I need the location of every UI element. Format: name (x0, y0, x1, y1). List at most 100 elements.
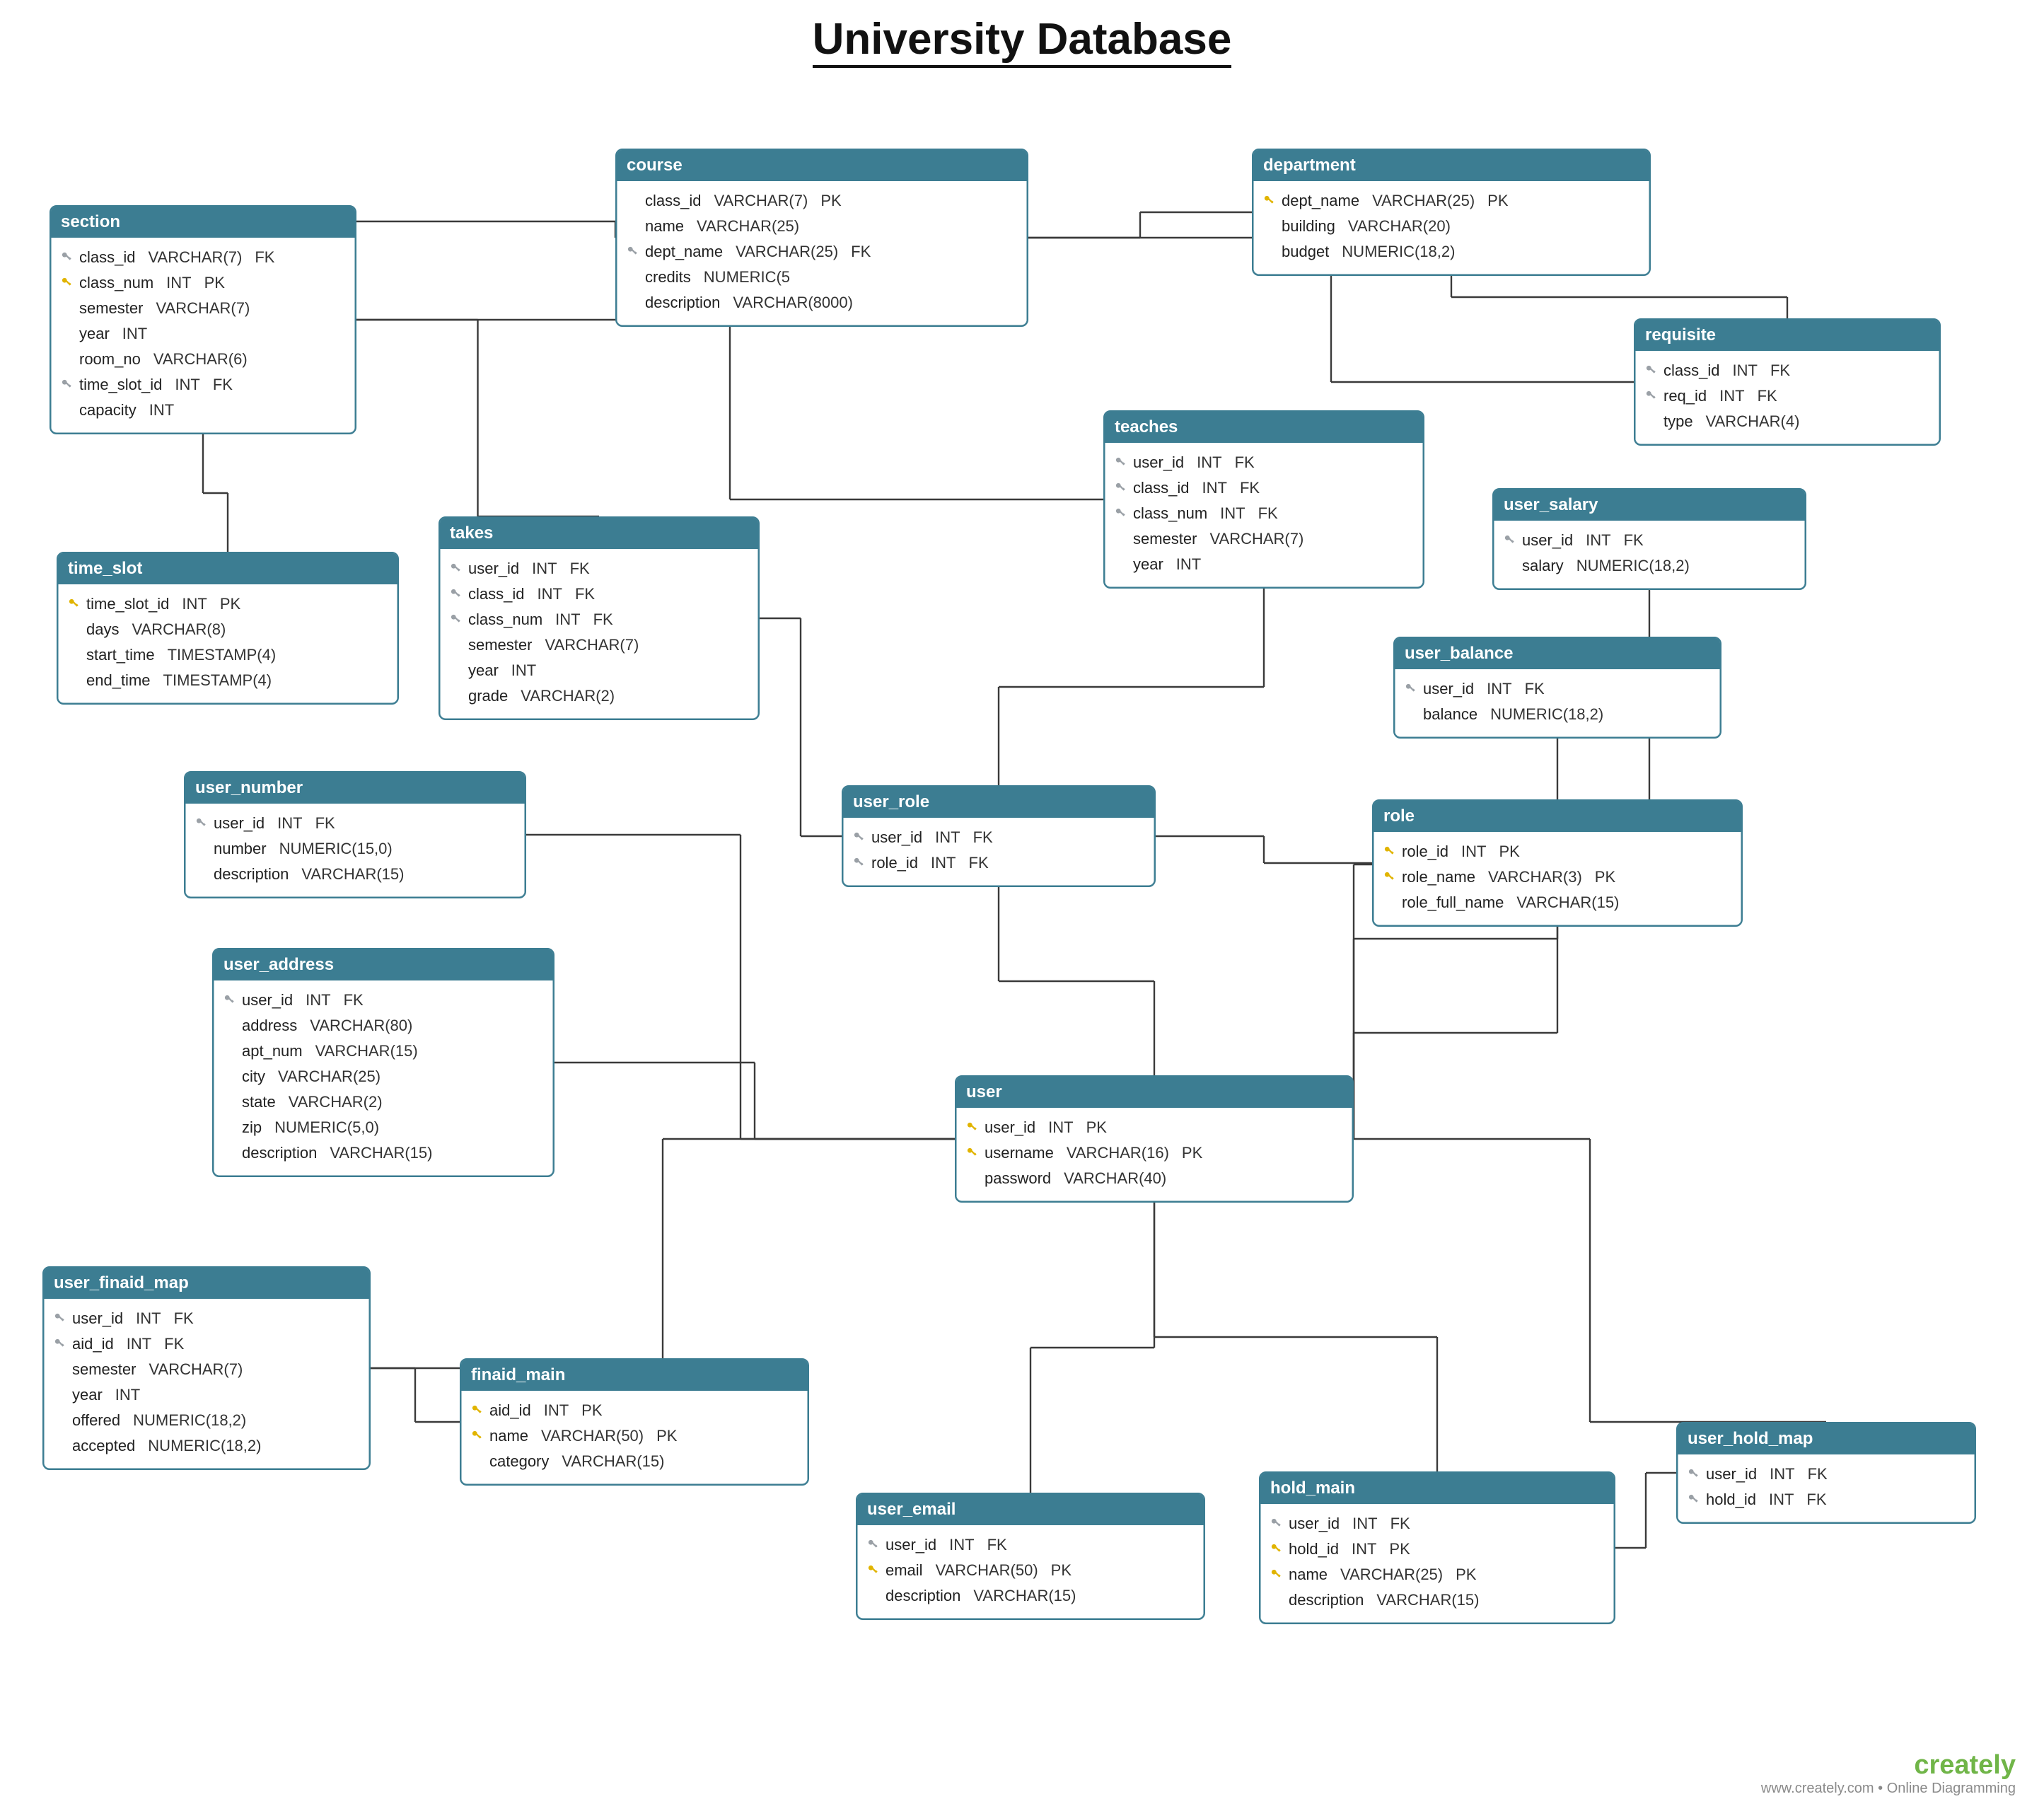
table-teaches[interactable]: teaches user_id INTFK class_id INTFK cla… (1103, 410, 1424, 589)
table-user_address[interactable]: user_address user_id INTFK address VARCH… (212, 948, 554, 1177)
col-name: name (1286, 1562, 1328, 1587)
key-icon (853, 857, 866, 869)
col-name: user_id (1519, 528, 1573, 553)
table-header[interactable]: teaches (1105, 412, 1423, 443)
key-icon (450, 613, 463, 626)
table-user_salary[interactable]: user_salary user_id INTFK salary NUMERIC… (1492, 488, 1806, 590)
key-cell (1112, 507, 1130, 520)
key-icon (61, 277, 74, 289)
col-constraint: FK (1378, 1511, 1410, 1537)
col-name: start_time (83, 642, 155, 668)
table-row: description VARCHAR(15) (1267, 1587, 1607, 1613)
table-header[interactable]: department (1253, 150, 1649, 181)
key-cell (963, 1147, 982, 1159)
col-name: year (76, 321, 110, 347)
key-cell (1685, 1468, 1703, 1481)
col-type: INT (1340, 1511, 1377, 1537)
col-type: VARCHAR(25) (723, 239, 838, 265)
col-name: user_id (1703, 1462, 1757, 1487)
col-type: VARCHAR(15) (960, 1583, 1076, 1609)
table-header[interactable]: course (617, 150, 1027, 181)
table-header[interactable]: takes (440, 518, 758, 549)
key-cell (963, 1121, 982, 1134)
table-role[interactable]: role role_id INTPK role_name VARCHAR(3)P… (1372, 799, 1743, 927)
key-icon (966, 1121, 979, 1134)
table-header[interactable]: role (1374, 801, 1741, 832)
table-row: apt_num VARCHAR(15) (221, 1038, 546, 1064)
key-cell (51, 1338, 69, 1350)
table-row: time_slot_id INTFK (58, 372, 348, 398)
col-name: dept_name (1279, 188, 1359, 214)
table-takes[interactable]: takes user_id INTFK class_id INTFK class… (439, 516, 760, 720)
col-name: credits (642, 265, 691, 290)
table-time_slot[interactable]: time_slot time_slot_id INTPK days VARCHA… (57, 552, 399, 705)
table-user[interactable]: user user_id INTPK username VARCHAR(16)P… (955, 1075, 1354, 1203)
table-user_email[interactable]: user_email user_id INTFK email VARCHAR(5… (856, 1493, 1205, 1620)
table-user_finaid_map[interactable]: user_finaid_map user_id INTFK aid_id INT… (42, 1266, 371, 1470)
table-header[interactable]: section (51, 207, 355, 238)
table-row: user_id INTFK (51, 1306, 362, 1331)
col-name: user_id (982, 1115, 1035, 1140)
key-icon (1263, 195, 1276, 207)
table-body: user_id INTFK aid_id INTFK semester VARC… (44, 1299, 369, 1469)
key-icon (1383, 871, 1396, 884)
table-row: role_id INTFK (850, 850, 1147, 876)
col-name: user_id (1130, 450, 1184, 475)
table-header[interactable]: user_hold_map (1678, 1423, 1975, 1454)
key-icon (1645, 364, 1658, 377)
col-name: class_id (76, 245, 135, 270)
table-header[interactable]: hold_main (1260, 1473, 1614, 1504)
table-row: capacity INT (58, 398, 348, 423)
table-header[interactable]: finaid_main (461, 1360, 808, 1391)
table-course[interactable]: course class_id VARCHAR(7)PK name VARCHA… (615, 149, 1028, 327)
er-diagram-stage: University Database creately www.createl… (0, 0, 2044, 1811)
table-body: user_id INTFK hold_id INTPK name VARCHAR… (1260, 1504, 1614, 1623)
key-cell (447, 562, 465, 575)
table-row: city VARCHAR(25) (221, 1064, 546, 1089)
col-name: class_num (1130, 501, 1207, 526)
table-header[interactable]: user (956, 1077, 1352, 1108)
key-cell (864, 1564, 883, 1577)
key-cell (468, 1430, 487, 1442)
table-finaid_main[interactable]: finaid_main aid_id INTPK name VARCHAR(50… (460, 1358, 809, 1486)
col-type: VARCHAR(7) (136, 1357, 243, 1382)
key-icon (1270, 1517, 1283, 1530)
table-header[interactable]: time_slot (58, 553, 397, 584)
table-user_number[interactable]: user_number user_id INTFK number NUMERIC… (184, 771, 526, 898)
table-hold_main[interactable]: hold_main user_id INTFK hold_id INTPK na… (1259, 1471, 1615, 1624)
table-header[interactable]: user_finaid_map (44, 1268, 369, 1299)
col-name: building (1279, 214, 1335, 239)
key-icon (1405, 683, 1417, 695)
table-user_role[interactable]: user_role user_id INTFK role_id INTFK (842, 785, 1156, 887)
table-header[interactable]: user_number (185, 773, 525, 804)
table-requisite[interactable]: requisite class_id INTFK req_id INTFK ty… (1634, 318, 1941, 446)
table-body: time_slot_id INTPK days VARCHAR(8) start… (58, 584, 397, 703)
table-header[interactable]: user_role (843, 787, 1154, 818)
table-section[interactable]: section class_id VARCHAR(7)FK class_num … (50, 205, 356, 434)
table-header[interactable]: user_salary (1494, 490, 1805, 521)
table-header[interactable]: requisite (1635, 320, 1939, 351)
table-header[interactable]: user_email (857, 1494, 1204, 1525)
table-row: semester VARCHAR(7) (447, 632, 751, 658)
table-header[interactable]: user_address (214, 949, 553, 980)
col-type: INT (1707, 383, 1744, 409)
key-icon (1504, 534, 1516, 547)
table-user_hold_map[interactable]: user_hold_map user_id INTFK hold_id INTF… (1676, 1422, 1976, 1524)
col-constraint: FK (1758, 358, 1790, 383)
col-name: semester (69, 1357, 136, 1382)
col-name: description (1286, 1587, 1364, 1613)
col-name: days (83, 617, 119, 642)
key-icon (1115, 482, 1127, 494)
col-name: role_id (1399, 839, 1448, 864)
key-cell (1381, 845, 1399, 858)
col-name: user_id (465, 556, 519, 582)
key-icon (1688, 1493, 1700, 1506)
table-row: year INT (447, 658, 751, 683)
table-row: year INT (58, 321, 348, 347)
table-header[interactable]: user_balance (1395, 638, 1720, 669)
table-user_balance[interactable]: user_balance user_id INTFK balance NUMER… (1393, 637, 1721, 739)
footer: creately www.creately.com • Online Diagr… (1761, 1750, 2016, 1797)
table-row: class_num INTPK (58, 270, 348, 296)
table-row: user_id INTFK (1402, 676, 1713, 702)
table-department[interactable]: department dept_name VARCHAR(25)PK build… (1252, 149, 1651, 276)
